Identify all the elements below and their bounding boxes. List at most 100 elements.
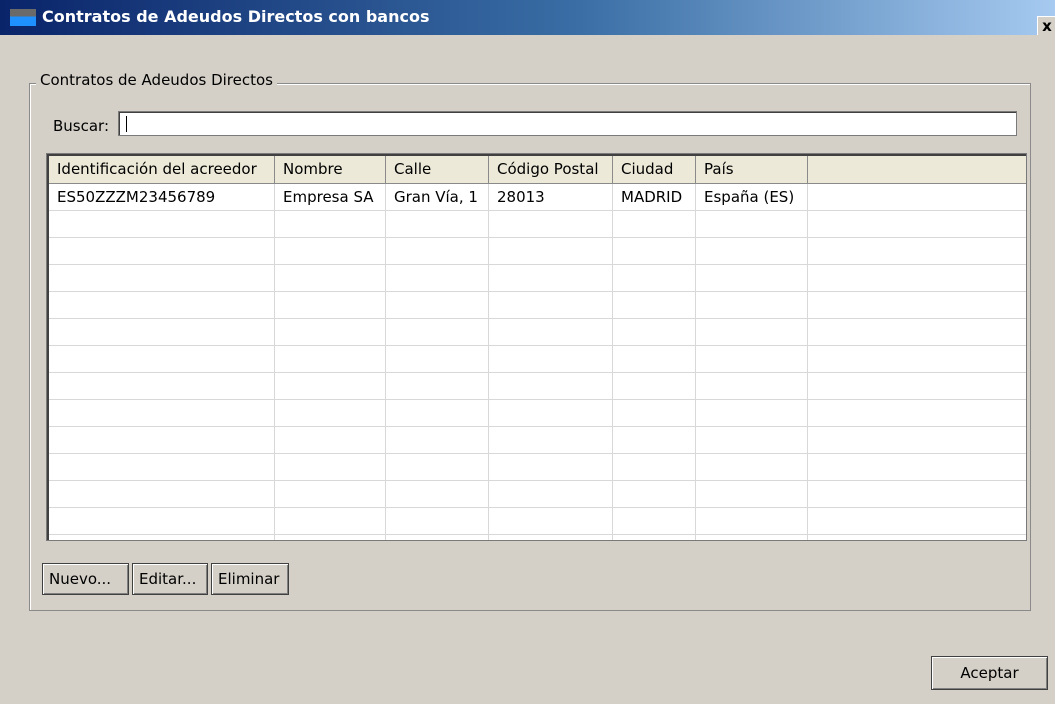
empty-cell <box>275 427 386 454</box>
empty-cell <box>386 481 489 508</box>
empty-cell <box>613 454 696 481</box>
empty-cell <box>808 481 1026 508</box>
empty-cell <box>808 319 1026 346</box>
empty-cell <box>808 346 1026 373</box>
empty-cell <box>489 400 613 427</box>
column-header-codigo-postal[interactable]: Código Postal <box>489 156 613 184</box>
empty-cell <box>696 292 808 319</box>
empty-cell <box>275 481 386 508</box>
table-header: Identificación del acreedor Nombre Calle… <box>49 156 1026 184</box>
empty-cell <box>613 319 696 346</box>
empty-cell <box>489 238 613 265</box>
empty-cell <box>613 211 696 238</box>
empty-cell <box>386 211 489 238</box>
empty-cell <box>49 346 275 373</box>
empty-cell <box>613 265 696 292</box>
empty-cell <box>49 535 275 540</box>
empty-cell <box>49 292 275 319</box>
empty-cell <box>386 427 489 454</box>
search-input[interactable] <box>118 111 1017 136</box>
empty-cell <box>613 346 696 373</box>
column-header-pais[interactable]: País <box>696 156 808 184</box>
empty-cell <box>489 481 613 508</box>
accept-button[interactable]: Aceptar <box>931 656 1048 690</box>
empty-cell <box>386 373 489 400</box>
empty-table-row <box>49 400 1026 427</box>
empty-cell <box>696 454 808 481</box>
empty-cell <box>386 346 489 373</box>
empty-cell <box>696 481 808 508</box>
close-button[interactable]: x <box>1037 16 1055 35</box>
empty-cell <box>489 508 613 535</box>
cell-ciudad: MADRID <box>613 184 696 211</box>
empty-cell <box>275 400 386 427</box>
empty-cell <box>613 535 696 540</box>
empty-cell <box>489 319 613 346</box>
empty-cell <box>696 346 808 373</box>
table-row[interactable]: ES50ZZZM23456789 Empresa SA Gran Vía, 1 … <box>49 184 1026 211</box>
empty-cell <box>386 454 489 481</box>
empty-cell <box>49 238 275 265</box>
empty-cell <box>49 319 275 346</box>
empty-cell <box>613 238 696 265</box>
empty-cell <box>49 481 275 508</box>
empty-table-row <box>49 292 1026 319</box>
empty-cell <box>808 265 1026 292</box>
column-header-ciudad[interactable]: Ciudad <box>613 156 696 184</box>
empty-cell <box>808 373 1026 400</box>
empty-cell <box>489 373 613 400</box>
empty-cell <box>613 292 696 319</box>
cell-pais: España (ES) <box>696 184 808 211</box>
empty-cell <box>696 319 808 346</box>
empty-cell <box>696 211 808 238</box>
empty-cell <box>386 238 489 265</box>
empty-cell <box>696 400 808 427</box>
empty-table-row <box>49 454 1026 481</box>
text-caret <box>126 116 127 132</box>
empty-table-row <box>49 346 1026 373</box>
cell-codigo-postal: 28013 <box>489 184 613 211</box>
empty-cell <box>489 427 613 454</box>
empty-cell <box>613 481 696 508</box>
empty-cell <box>489 265 613 292</box>
empty-cell <box>808 238 1026 265</box>
edit-button[interactable]: Editar... <box>132 563 208 595</box>
empty-cell <box>808 292 1026 319</box>
empty-table-row <box>49 481 1026 508</box>
cell-nombre: Empresa SA <box>275 184 386 211</box>
column-header-acreedor[interactable]: Identificación del acreedor <box>49 156 275 184</box>
empty-cell <box>696 265 808 292</box>
cell-filler <box>808 184 1026 211</box>
new-button[interactable]: Nuevo... <box>42 563 129 595</box>
empty-cell <box>275 211 386 238</box>
column-header-nombre[interactable]: Nombre <box>275 156 386 184</box>
empty-cell <box>808 427 1026 454</box>
empty-table-row <box>49 319 1026 346</box>
empty-cell <box>275 319 386 346</box>
empty-cell <box>386 265 489 292</box>
empty-cell <box>386 319 489 346</box>
empty-cell <box>49 211 275 238</box>
empty-cell <box>49 265 275 292</box>
empty-cell <box>49 427 275 454</box>
empty-cell <box>808 400 1026 427</box>
empty-cell <box>275 373 386 400</box>
empty-cell <box>489 346 613 373</box>
empty-cell <box>275 454 386 481</box>
empty-cell <box>613 427 696 454</box>
delete-button[interactable]: Eliminar <box>211 563 289 595</box>
empty-cell <box>275 238 386 265</box>
empty-cell <box>489 292 613 319</box>
column-header-calle[interactable]: Calle <box>386 156 489 184</box>
empty-cell <box>386 508 489 535</box>
empty-cell <box>808 535 1026 540</box>
empty-cell <box>696 535 808 540</box>
empty-cell <box>489 454 613 481</box>
empty-table-row <box>49 373 1026 400</box>
empty-cell <box>613 400 696 427</box>
empty-cell <box>386 400 489 427</box>
empty-cell <box>808 454 1026 481</box>
empty-cell <box>696 238 808 265</box>
empty-cell <box>386 292 489 319</box>
empty-cell <box>386 535 489 540</box>
